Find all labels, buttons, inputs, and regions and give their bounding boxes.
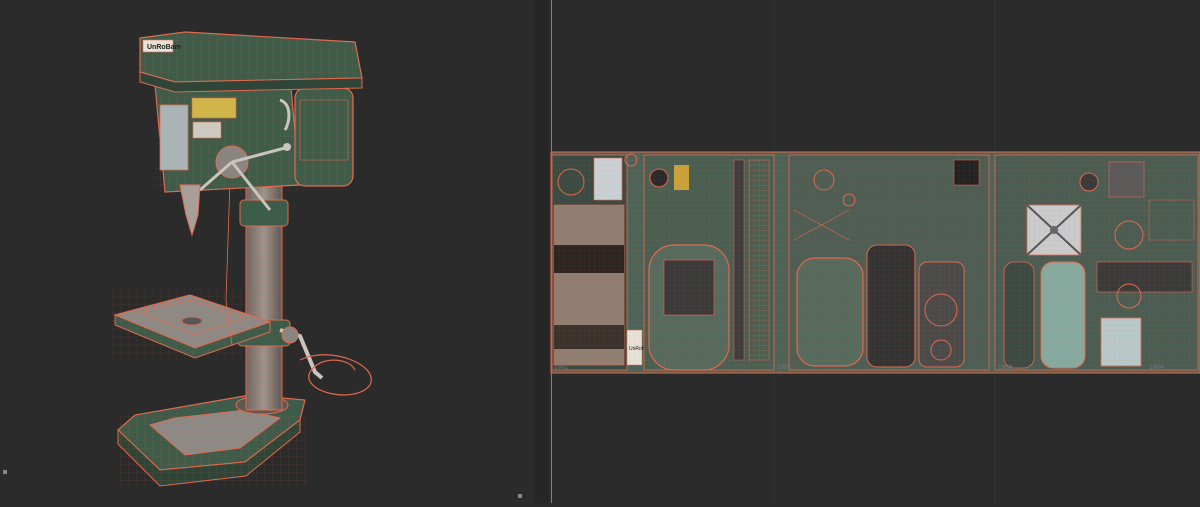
pane-splitter[interactable]	[535, 0, 549, 503]
uv-tile-label: 1002	[777, 364, 792, 371]
drill-motor	[294, 87, 354, 187]
drill-table	[110, 290, 275, 360]
uv-tile-label: 1003	[998, 364, 1013, 371]
viewport-corner-marker	[3, 470, 7, 474]
viewport-corner-marker	[518, 494, 522, 498]
uv-tile-label: 1004	[1149, 364, 1164, 371]
drill-press-model: UnRoBam	[110, 31, 372, 487]
app-window: UnRoBam UnRoBam 1001 1002 1003 1004	[0, 0, 1200, 503]
3d-viewport[interactable]: UnRoBam	[0, 0, 535, 503]
uv-tile-label: 1001	[554, 364, 569, 371]
brand-label: UnRoBam	[147, 44, 181, 51]
uv-v-axis	[551, 0, 552, 503]
drill-top-cover: UnRoBam	[139, 31, 363, 93]
uv-layout: UnRoBam	[549, 0, 1200, 503]
uv-editor-viewport[interactable]: UnRoBam 1001 1002 1003 1004	[549, 0, 1200, 503]
